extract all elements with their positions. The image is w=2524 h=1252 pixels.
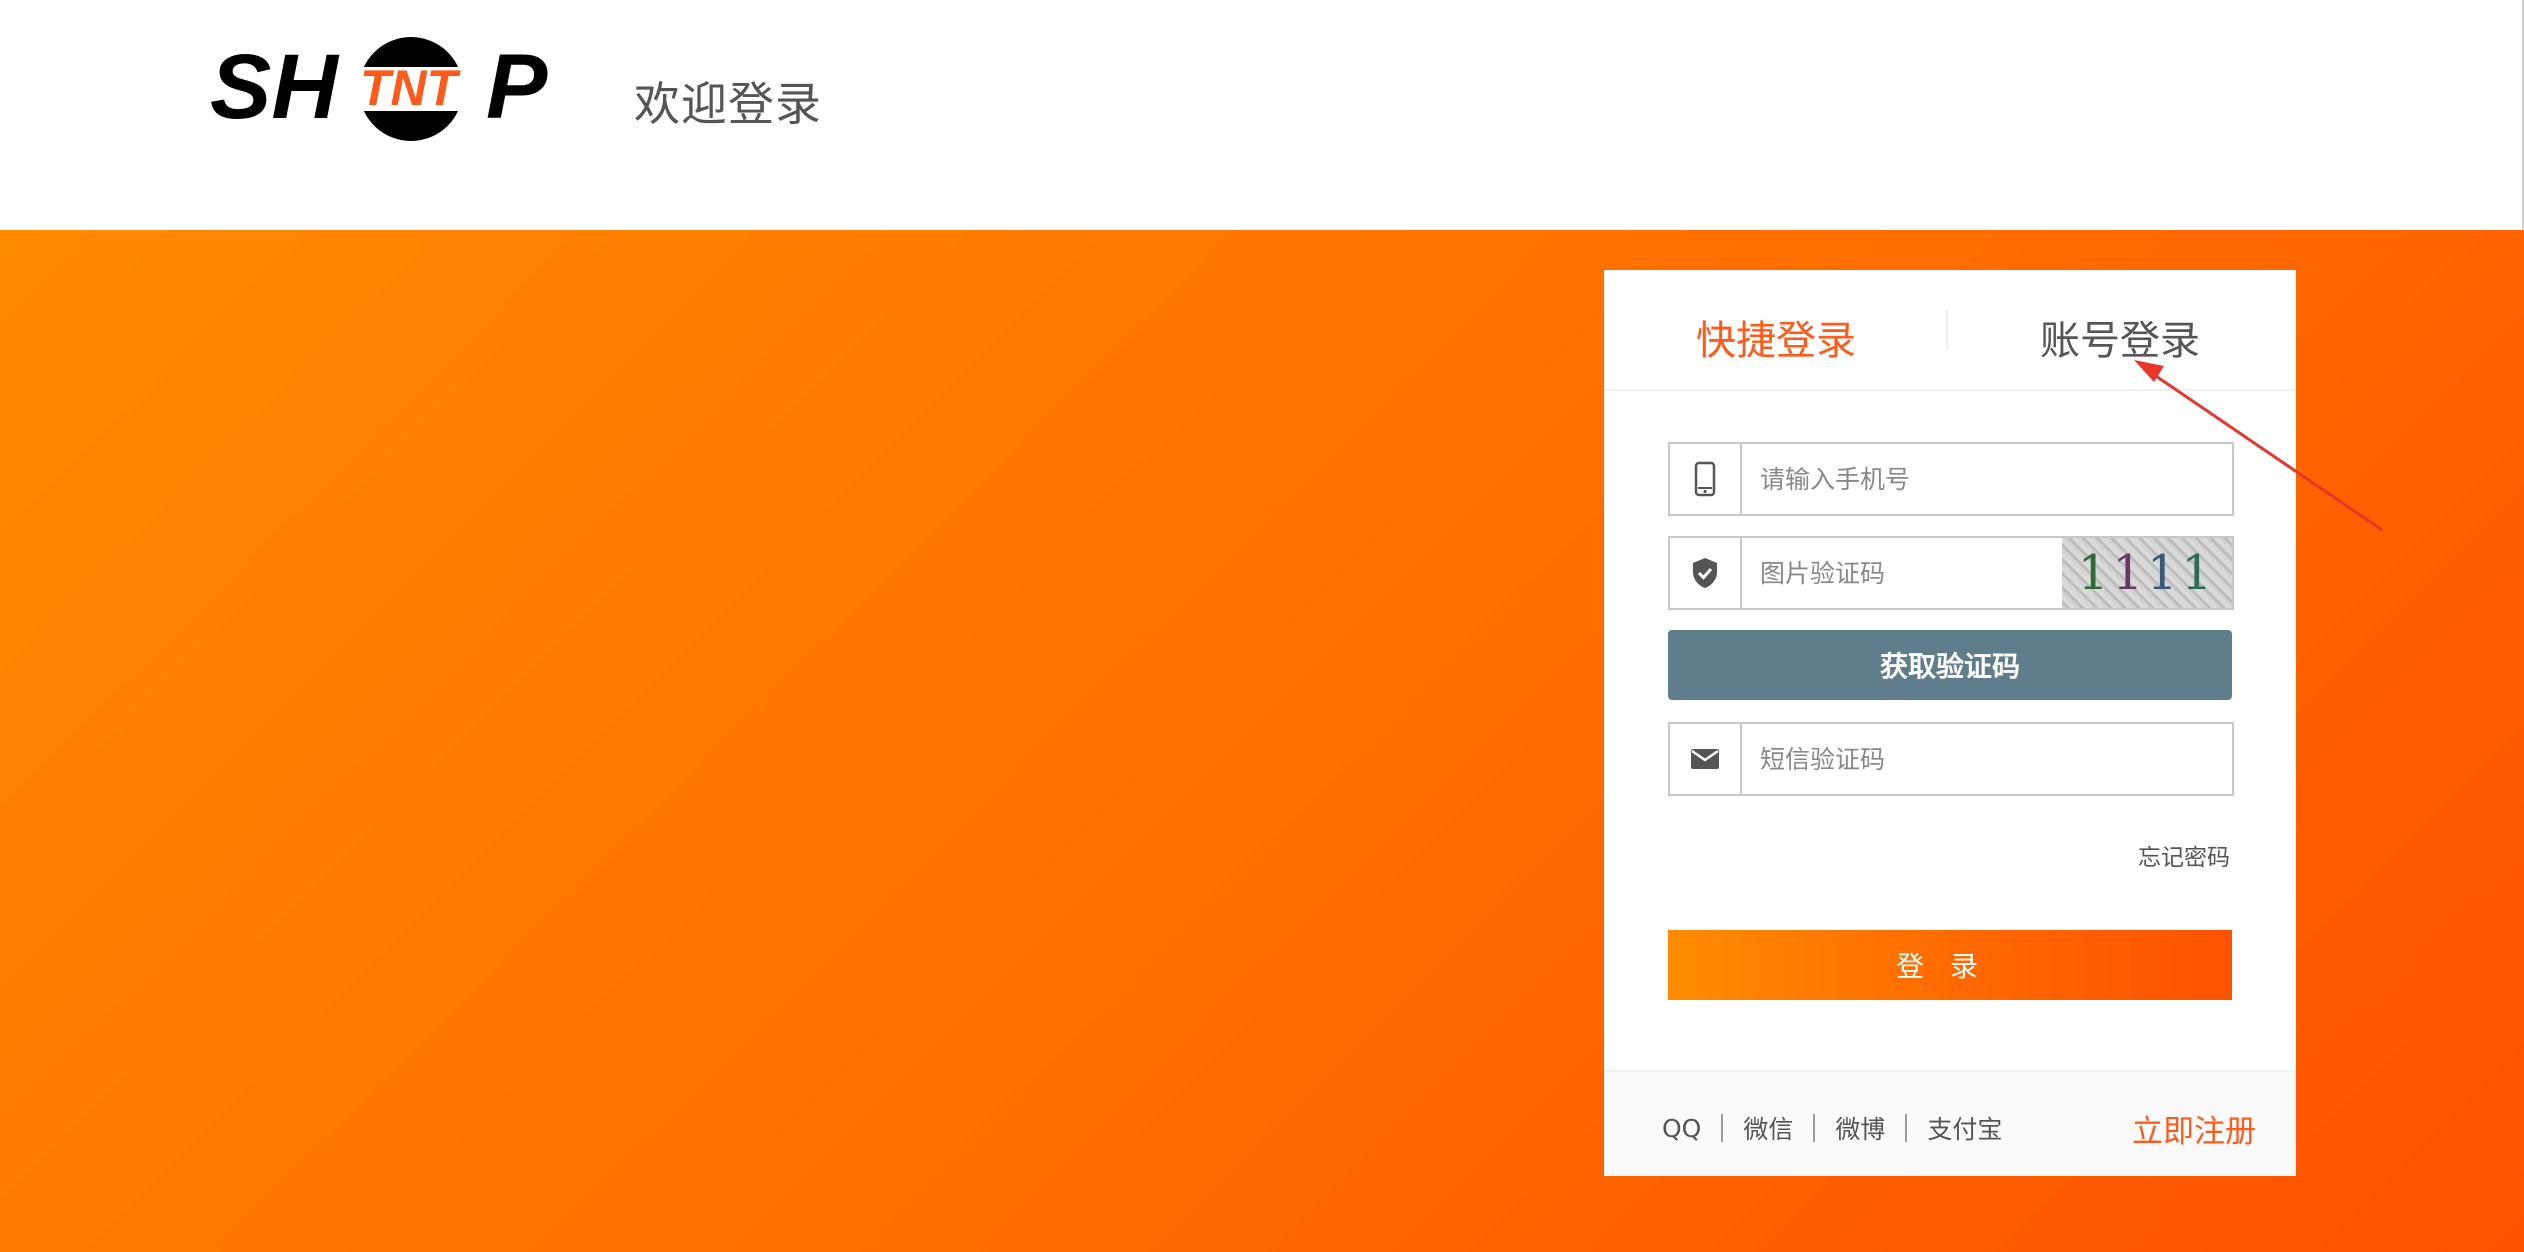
logo-text-right: P [486,36,548,138]
social-alipay-link[interactable]: 支付宝 [1927,1110,2002,1146]
login-card: 快捷登录 账号登录 1111 获取验证码 [1604,270,2296,1176]
captcha-char: 1 [2147,545,2182,601]
social-wechat-link[interactable]: 微信 [1743,1110,1793,1146]
captcha-char: 1 [2181,545,2217,601]
envelope-icon [1670,724,1742,794]
site-header: SH TNT P 欢迎登录 [0,0,2524,230]
captcha-char: 1 [2077,545,2113,601]
sms-code-field [1668,722,2234,796]
social-login-links: QQ 微信 微博 支付宝 [1662,1110,2002,1146]
logo-text-middle: TNT [360,60,462,116]
tab-account-login[interactable]: 账号登录 [2040,308,2200,366]
image-code-field: 1111 [1668,536,2234,610]
captcha-char: 1 [2112,545,2147,601]
social-qq-link[interactable]: QQ [1662,1114,1701,1143]
divider [1905,1114,1908,1142]
login-tabs: 快捷登录 账号登录 [1604,270,2296,391]
divider [1813,1114,1816,1142]
login-button[interactable]: 登录 [1668,930,2232,1000]
phone-field [1668,442,2234,516]
tab-quick-login[interactable]: 快捷登录 [1696,308,1856,366]
shield-check-icon [1670,538,1742,608]
card-footer: QQ 微信 微博 支付宝 立即注册 [1604,1070,2296,1176]
sms-code-input[interactable] [1760,736,2180,782]
divider [1721,1114,1724,1142]
forgot-password-link[interactable]: 忘记密码 [2138,838,2230,872]
social-weibo-link[interactable]: 微博 [1835,1110,1885,1146]
register-link[interactable]: 立即注册 [2132,1106,2256,1151]
welcome-title: 欢迎登录 [634,77,822,131]
logo-text-left: SH [210,36,340,138]
captcha-image[interactable]: 1111 [2062,538,2232,608]
get-code-button[interactable]: 获取验证码 [1668,630,2232,700]
phone-input[interactable] [1760,456,2180,502]
shtntp-logo: SH TNT P [210,36,548,141]
tab-divider [1946,310,1948,350]
mobile-phone-icon [1670,444,1742,514]
